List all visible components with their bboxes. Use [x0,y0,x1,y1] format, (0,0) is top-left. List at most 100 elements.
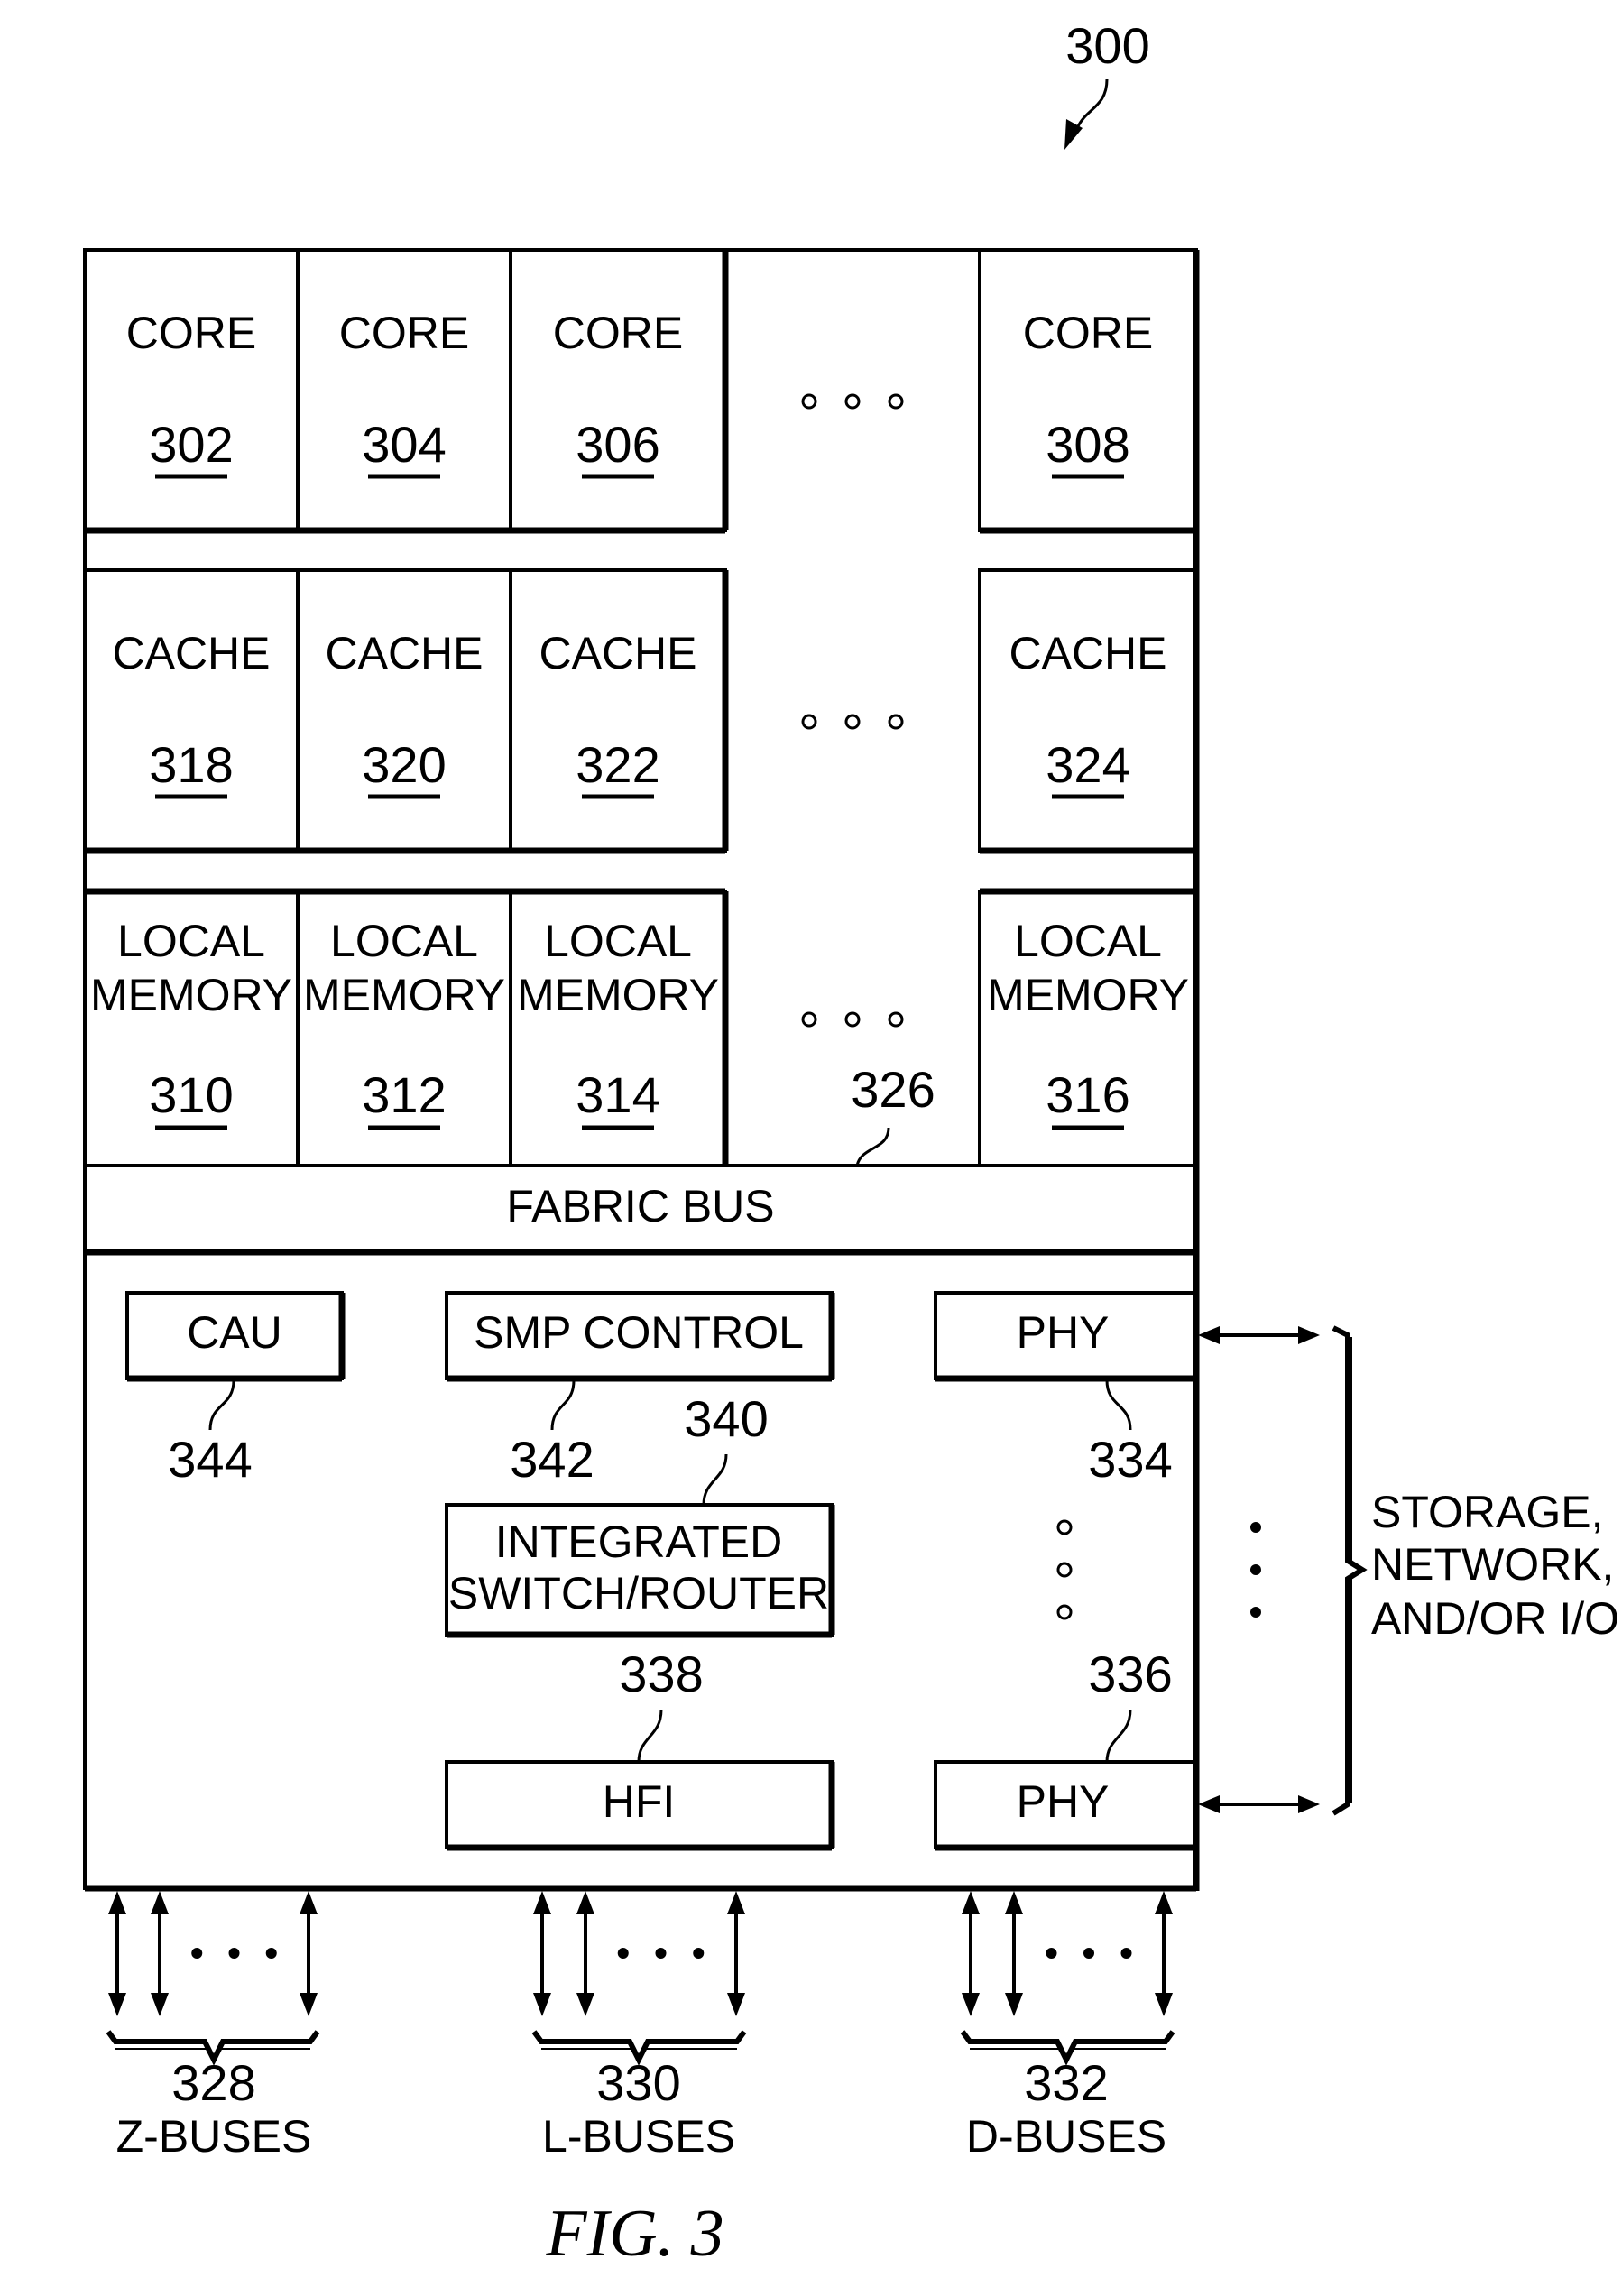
hfi-ref: 338 [619,1646,703,1702]
external-label-line2: NETWORK, [1371,1539,1614,1590]
cache-ref: 322 [576,736,659,793]
fabric-bus-ref: 326 [851,1061,935,1118]
cache-label: CACHE [539,628,696,678]
arrowhead-down-icon [151,1993,169,2016]
switch-router-block: 340 INTEGRATED SWITCH/ROUTER [445,1390,835,1638]
external-brace-icon [1332,1325,1368,1816]
hfi-block: 338 HFI [445,1646,835,1851]
external-connection-bottom [1198,1795,1320,1813]
phy-top-label: PHY [1017,1307,1110,1358]
core-ref: 304 [362,416,446,473]
memory-label-line2: MEMORY [303,970,505,1020]
arrowhead-up-icon [576,1891,594,1914]
hfi-label: HFI [603,1776,676,1827]
bus-ellipsis-dot [1083,1948,1094,1959]
memory-label-line1: LOCAL [544,916,692,966]
arrowhead-up-icon [300,1891,318,1914]
memory-label-line1: LOCAL [330,916,478,966]
core-label: CORE [339,308,469,358]
arrowhead-down-icon [1005,1993,1023,2016]
bus-ellipsis-dot [265,1948,277,1959]
phy-bottom-ref: 336 [1088,1646,1172,1702]
core-row [83,248,1198,534]
memory-ref: 314 [576,1066,659,1123]
arrowhead-up-icon [1005,1891,1023,1914]
bus-label: L-BUSES [542,2111,735,2162]
memory-label-line2: MEMORY [987,970,1189,1020]
memory-ref: 316 [1046,1066,1129,1123]
smp-control-block: SMP CONTROL 342 [445,1291,835,1488]
bus-ellipsis-dot [693,1948,705,1959]
core-ref: 306 [576,416,659,473]
bus-ellipsis-dot [228,1948,240,1959]
hfi-leader [637,1709,663,1763]
arrowhead-down-icon [533,1993,551,2016]
cache-label: CACHE [1009,628,1166,678]
memory-ref: 310 [149,1066,233,1123]
fabric-bus-leader [855,1127,890,1166]
phy-top-leader [1105,1379,1132,1431]
arrowhead-right-icon [1298,1326,1320,1344]
cau-label: CAU [187,1307,282,1358]
arrowhead-right-icon [1298,1795,1320,1813]
smp-control-ref: 342 [510,1431,594,1488]
arrowhead-up-icon [151,1891,169,1914]
bus-ref: 328 [171,2054,255,2111]
external-label-line1: STORAGE, [1371,1487,1603,1537]
cache-label: CACHE [325,628,483,678]
bus-label: Z-BUSES [116,2111,312,2162]
figure-reference-label: 300 [1065,17,1149,74]
bus-label: D-BUSES [966,2111,1166,2162]
cache-ref: 324 [1046,736,1129,793]
smp-control-label: SMP CONTROL [474,1307,804,1358]
external-ellipsis-icon [1250,1522,1261,1618]
cache-row [83,568,1198,854]
cache-ref: 318 [149,736,233,793]
core-308-box [978,248,1198,532]
smp-control-leader [550,1379,576,1431]
core-label: CORE [1023,308,1153,358]
bus-group-1: 330L-BUSES [531,1891,747,2162]
memory-label-line2: MEMORY [90,970,292,1020]
bus-ellipsis-dot [191,1948,203,1959]
bus-group-0: 328Z-BUSES [106,1891,320,2162]
bus-ellipsis-dot [617,1948,629,1959]
memory-label-line2: MEMORY [517,970,719,1020]
processor-diagram: 300 FABRIC BUS 326 CORE302CACHE318LOCALM… [83,17,1619,2271]
cau-leader [208,1379,235,1431]
figure-caption: FIG. 3 [545,2197,723,2271]
core-ref: 302 [149,416,233,473]
core-ref: 308 [1046,416,1129,473]
cache-ellipsis-icon [801,714,904,730]
bus-group-2: 332D-BUSES [960,1891,1175,2162]
arrowhead-up-icon [1155,1891,1173,1914]
switch-router-leader [702,1453,728,1506]
arrowhead-left-icon [1198,1795,1220,1813]
figure-reference-leader [1076,78,1109,127]
external-connection-top [1198,1326,1320,1344]
cau-ref: 344 [168,1431,252,1488]
phy-top-block: PHY 334 [934,1291,1198,1488]
arrowhead-up-icon [108,1891,126,1914]
phy-bottom-label: PHY [1017,1776,1110,1827]
phy-top-ref: 334 [1088,1431,1172,1488]
cache-label: CACHE [112,628,270,678]
core-label: CORE [553,308,683,358]
bus-ref: 332 [1024,2054,1108,2111]
bus-groups: 328Z-BUSES 330L-BUSES 332D-BUSES [106,1891,1175,2162]
bus-ellipsis-dot [1120,1948,1132,1959]
figure-reference: 300 [1064,17,1150,150]
memory-ref: 312 [362,1066,446,1123]
core-label: CORE [126,308,256,358]
arrowhead-down-icon [108,1993,126,2016]
switch-router-label-line1: INTEGRATED [495,1517,783,1567]
arrowhead-down-icon [962,1993,980,2016]
switch-router-ref: 340 [684,1390,768,1447]
core-group [83,248,727,532]
phy-bottom-leader [1105,1709,1132,1763]
switch-router-label-line2: SWITCH/ROUTER [448,1568,829,1618]
arrowhead-up-icon [727,1891,745,1914]
arrowhead-down-icon [727,1993,745,2016]
arrowhead-left-icon [1198,1326,1220,1344]
arrowhead-up-icon [533,1891,551,1914]
